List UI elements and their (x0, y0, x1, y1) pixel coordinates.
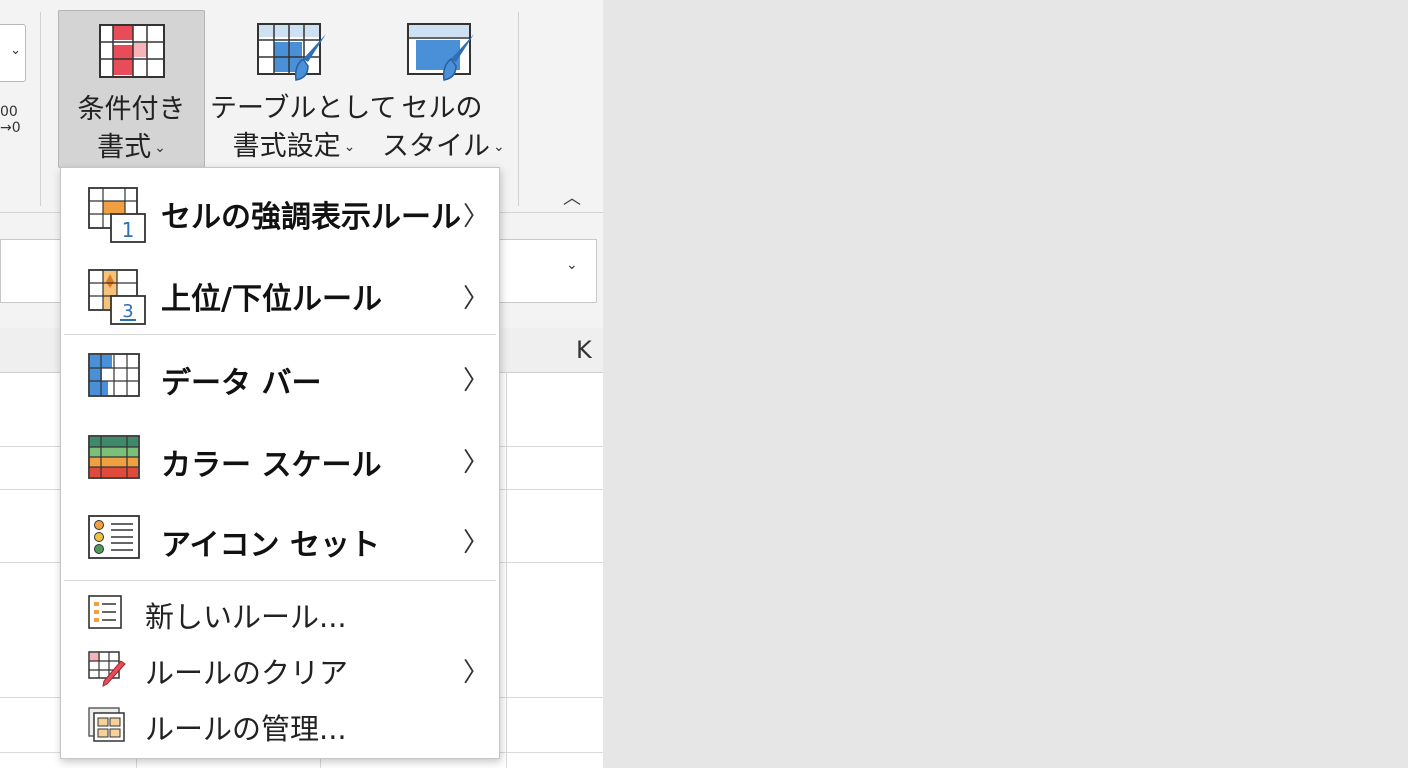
conditional-format-label-1: 条件付き (77, 94, 186, 125)
format-as-table-label-2: 書式設定 (232, 131, 341, 162)
menu-item-clear-rules[interactable]: ルールのクリア 〉 (61, 644, 499, 696)
chevron-right-icon: 〉 (463, 366, 490, 396)
chevron-right-icon: 〉 (463, 284, 490, 314)
menu-item-label: 新しいルール... (145, 600, 347, 634)
chevron-down-icon: ⌄ (343, 139, 356, 155)
format-as-table-button[interactable]: テーブルとして 書式設定 ⌄ (210, 10, 397, 166)
color-scale-icon (88, 435, 140, 479)
conditional-format-menu: 1 セルの強調表示ルール 〉 3 上位/下位ルール 〉 データ バー 〉 カラー… (60, 167, 500, 759)
decimal-bottom-label: →0 (0, 120, 21, 136)
menu-item-label: カラー スケール (161, 448, 382, 483)
menu-item-label: 上位/下位ルール (161, 282, 382, 317)
conditional-format-label-2: 書式 (97, 132, 152, 163)
menu-item-label: ルールの管理... (145, 712, 347, 746)
ribbon-separator (40, 12, 41, 206)
menu-separator (64, 580, 496, 581)
cell-styles-label-1: セルの (401, 93, 483, 124)
menu-separator (64, 334, 496, 335)
chevron-right-icon: 〉 (463, 448, 490, 478)
menu-item-label: ルールのクリア (145, 656, 349, 690)
menu-item-label: セルの強調表示ルール (161, 200, 461, 235)
menu-item-new-rule[interactable]: 新しいルール... (61, 588, 499, 640)
menu-item-highlight-cells-rules[interactable]: 1 セルの強調表示ルール 〉 (61, 182, 499, 250)
chevron-right-icon: 〉 (463, 528, 490, 558)
menu-item-color-scales[interactable]: カラー スケール 〉 (61, 428, 499, 496)
chevron-right-icon: 〉 (463, 658, 490, 688)
format-as-table-label-1: テーブルとして (210, 93, 397, 124)
menu-item-icon-sets[interactable]: アイコン セット 〉 (61, 508, 499, 576)
clear-rule-icon (88, 651, 126, 687)
decimal-top-label: 00 (0, 104, 18, 120)
column-header-k[interactable]: K (576, 336, 592, 364)
collapse-ribbon-icon[interactable]: ︿ (563, 184, 581, 210)
cell-styles-label-2: スタイル (382, 131, 490, 162)
menu-item-label: データ バー (161, 366, 322, 401)
menu-item-top-bottom-rules[interactable]: 3 上位/下位ルール 〉 (61, 264, 499, 332)
chevron-right-icon: 〉 (463, 202, 490, 232)
cell-styles-icon (407, 23, 474, 81)
decimal-button[interactable]: 00 →0 (0, 104, 21, 136)
grid-column-line (506, 372, 507, 768)
conditional-format-icon (98, 24, 165, 78)
chevron-down-icon: ⌄ (10, 43, 21, 58)
menu-item-manage-rules[interactable]: ルールの管理... (61, 700, 499, 752)
svg-text:1: 1 (122, 218, 135, 242)
excel-window: ⌄ 00 →0 条件付き 書式 ⌄ テーブルとして 書式設定 ⌄ セルの スタイ… (0, 0, 603, 768)
number-format-dropdown[interactable]: ⌄ (0, 24, 26, 82)
menu-item-label: アイコン セット (161, 528, 380, 563)
svg-text:3: 3 (122, 301, 133, 322)
ribbon-separator (518, 12, 519, 206)
top-bottom-icon: 3 (88, 269, 146, 325)
chevron-down-icon: ⌄ (154, 140, 166, 156)
new-rule-icon (88, 595, 122, 629)
format-as-table-icon (257, 23, 326, 81)
data-bar-icon (88, 353, 140, 397)
manage-rule-icon (88, 707, 125, 742)
icon-set-icon (88, 515, 140, 559)
expand-formula-bar-icon[interactable]: ⌄ (566, 257, 578, 273)
highlight-cells-icon: 1 (88, 187, 146, 243)
conditional-format-button[interactable]: 条件付き 書式 ⌄ (58, 10, 205, 168)
cell-styles-button[interactable]: セルの スタイル ⌄ (382, 10, 505, 166)
menu-item-data-bars[interactable]: データ バー 〉 (61, 346, 499, 414)
chevron-down-icon: ⌄ (493, 139, 505, 155)
